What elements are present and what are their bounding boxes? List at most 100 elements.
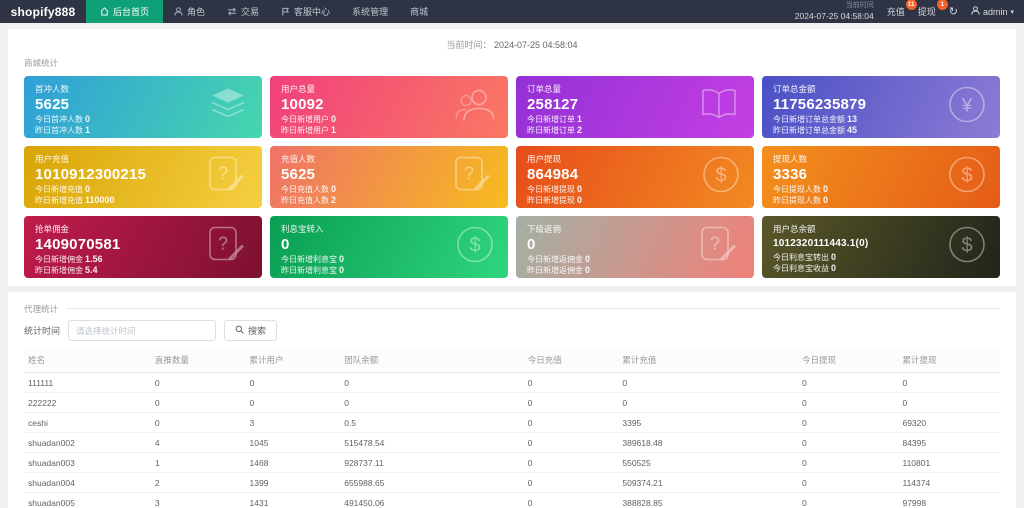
withdraw-link[interactable]: 提现 1 xyxy=(918,0,948,18)
search-button[interactable]: 搜索 xyxy=(224,320,278,341)
table-cell: 69320 xyxy=(898,412,1000,433)
menu-item-2[interactable]: 交易 xyxy=(216,0,270,23)
stat-card-4: 用户充值 1010912300215 今日新增充值 0 昨日新增充值 110000 ? xyxy=(24,146,262,208)
dollar-icon: $ xyxy=(948,156,986,199)
stat-card-2: 订单总量 258127 今日新增订单 1 昨日新增订单 2 xyxy=(516,76,754,138)
svg-text:$: $ xyxy=(469,235,480,257)
table-cell: 0 xyxy=(898,372,1000,393)
svg-text:?: ? xyxy=(710,234,720,254)
table-cell: 515478.54 xyxy=(340,432,524,453)
table-row: shuadan003 1 1468 928737.11 0 550525 0 110801 xyxy=(24,452,1000,473)
table-cell: 0 xyxy=(797,452,899,473)
question-file-icon: ? xyxy=(450,156,494,199)
table-cell: 1399 xyxy=(245,472,341,493)
table-cell: 1 xyxy=(150,452,246,473)
dollar-icon: $ xyxy=(702,156,740,199)
agent-stats-panel: 代理统计 统计时间 搜索 姓名直推数量累计用户团队余额今日充值累计充值今日提现累… xyxy=(8,292,1016,508)
menu-item-label: 后台首页 xyxy=(113,7,150,17)
svg-text:$: $ xyxy=(715,165,726,187)
agent-filter-row: 统计时间 搜索 xyxy=(24,320,1000,341)
table-row: 111111 0 0 0 0 0 0 0 xyxy=(24,372,1000,393)
home-icon xyxy=(100,7,109,16)
menu-item-4[interactable]: 系统管理 xyxy=(341,0,399,23)
filter-time-input[interactable] xyxy=(68,320,217,341)
table-cell: 0 xyxy=(523,412,619,433)
current-time-header: 当前时间： 2024-07-25 04:58:04 xyxy=(24,35,1000,57)
table-cell: 0 xyxy=(340,392,524,413)
table-cell: shuadan005 xyxy=(24,492,151,508)
menu-item-5[interactable]: 商城 xyxy=(399,0,439,23)
table-cell: 1431 xyxy=(245,492,341,508)
table-cell: 111111 xyxy=(24,372,151,393)
table-cell: 0 xyxy=(340,372,524,393)
table-row: shuadan005 3 1431 491450.06 0 388828.85 0 97998 xyxy=(24,492,1000,508)
table-cell: 0 xyxy=(797,432,899,453)
svg-text:$: $ xyxy=(961,165,972,187)
table-cell: 4 xyxy=(150,432,246,453)
table-row: shuadan004 2 1399 655988.65 0 509374.21 0 11437… xyxy=(24,472,1000,493)
svg-text:¥: ¥ xyxy=(961,96,973,117)
mall-stats-panel: 当前时间： 2024-07-25 04:58:04 商城统计 首冲人数 5625 今… xyxy=(8,29,1016,286)
search-button-label: 搜索 xyxy=(248,326,267,336)
table-cell: 0 xyxy=(150,372,246,393)
clock-label: 当前时间 xyxy=(845,1,874,9)
svg-text:?: ? xyxy=(218,234,228,254)
dollar-icon: $ xyxy=(948,226,986,269)
table-cell: 388828.85 xyxy=(618,492,798,508)
menu-item-3[interactable]: 客服中心 xyxy=(270,0,341,23)
search-icon xyxy=(235,325,244,336)
table-cell: 0 xyxy=(245,372,341,393)
card-yesterday-line: 昨日新增订单 2 xyxy=(527,125,583,135)
table-cell: 3 xyxy=(245,412,341,433)
table-header-4: 今日充值 xyxy=(523,349,619,373)
menu-item-label: 角色 xyxy=(187,7,206,17)
table-cell: 97998 xyxy=(898,492,1000,508)
table-cell: 0 xyxy=(618,392,798,413)
table-cell: 0 xyxy=(797,392,899,413)
table-header-5: 累计充值 xyxy=(618,349,798,373)
table-header-0: 姓名 xyxy=(24,349,151,373)
table-cell: 3 xyxy=(150,492,246,508)
table-cell: 0 xyxy=(523,392,619,413)
table-cell: 1045 xyxy=(245,432,341,453)
menu-item-0[interactable]: 后台首页 xyxy=(86,0,164,23)
question-file-icon: ? xyxy=(696,226,740,269)
stat-card-0: 首冲人数 5625 今日首冲人数 0 昨日首冲人数 1 xyxy=(24,76,262,138)
admin-username: admin xyxy=(982,6,1008,17)
yen-icon: ¥ xyxy=(948,86,986,129)
table-cell: 84395 xyxy=(898,432,1000,453)
stat-cards-grid: 首冲人数 5625 今日首冲人数 0 昨日首冲人数 1 用户总量 10092 今日新增用户 0 昨… xyxy=(24,76,1000,278)
navbar-right: 当前时间 2024-07-25 04:58:04 充值 11 提现 1 ↻ ad… xyxy=(795,0,1024,23)
stat-card-3: 订单总金额 11756235879 今日新增订单总金额 13 昨日新增订单总金额 45 ¥ xyxy=(762,76,1000,138)
table-cell: 2 xyxy=(150,472,246,493)
table-cell: 655988.65 xyxy=(340,472,524,493)
recharge-label: 充值 xyxy=(886,7,905,17)
recharge-link[interactable]: 充值 11 xyxy=(886,0,917,18)
table-row: shuadan002 4 1045 515478.54 0 389618.48 0 84395 xyxy=(24,432,1000,453)
stat-card-11: 用户总余额 1012320111443.1(0) 今日利息宝转出 0 今日利息宝收益 0 … xyxy=(762,216,1000,278)
table-cell: 0 xyxy=(245,392,341,413)
table-cell: 0 xyxy=(898,392,1000,413)
main-menu: 后台首页 角色 交易 客服中心 系统管理 商城 xyxy=(86,0,439,23)
table-header-3: 团队余额 xyxy=(340,349,524,373)
table-row: ceshi 0 3 0.5 0 3395 0 69320 xyxy=(24,412,1000,433)
table-cell: 0 xyxy=(523,452,619,473)
refresh-icon[interactable]: ↻ xyxy=(949,5,958,18)
app-logo: shopify888 xyxy=(10,4,76,19)
table-cell: 0 xyxy=(150,392,246,413)
current-time-label: 当前时间： xyxy=(446,40,492,50)
table-cell: 0 xyxy=(150,412,246,433)
current-time-value: 2024-07-25 04:58:04 xyxy=(493,40,578,50)
navbar-clock: 当前时间 2024-07-25 04:58:04 xyxy=(795,2,874,21)
table-cell: 1468 xyxy=(245,452,341,473)
menu-item-1[interactable]: 角色 xyxy=(163,0,216,23)
admin-dropdown[interactable]: admin ▾ xyxy=(971,6,1014,17)
exchange-icon xyxy=(227,7,237,16)
user-icon xyxy=(174,7,183,16)
agent-stats-title: 代理统计 xyxy=(24,303,67,315)
stat-card-10: 下级返佣 0 今日新增返佣金 0 昨日新增返佣金 0 ? xyxy=(516,216,754,278)
table-cell: 389618.48 xyxy=(618,432,798,453)
question-file-icon: ? xyxy=(204,226,248,269)
layers-icon xyxy=(208,87,248,128)
menu-item-label: 客服中心 xyxy=(294,7,331,17)
